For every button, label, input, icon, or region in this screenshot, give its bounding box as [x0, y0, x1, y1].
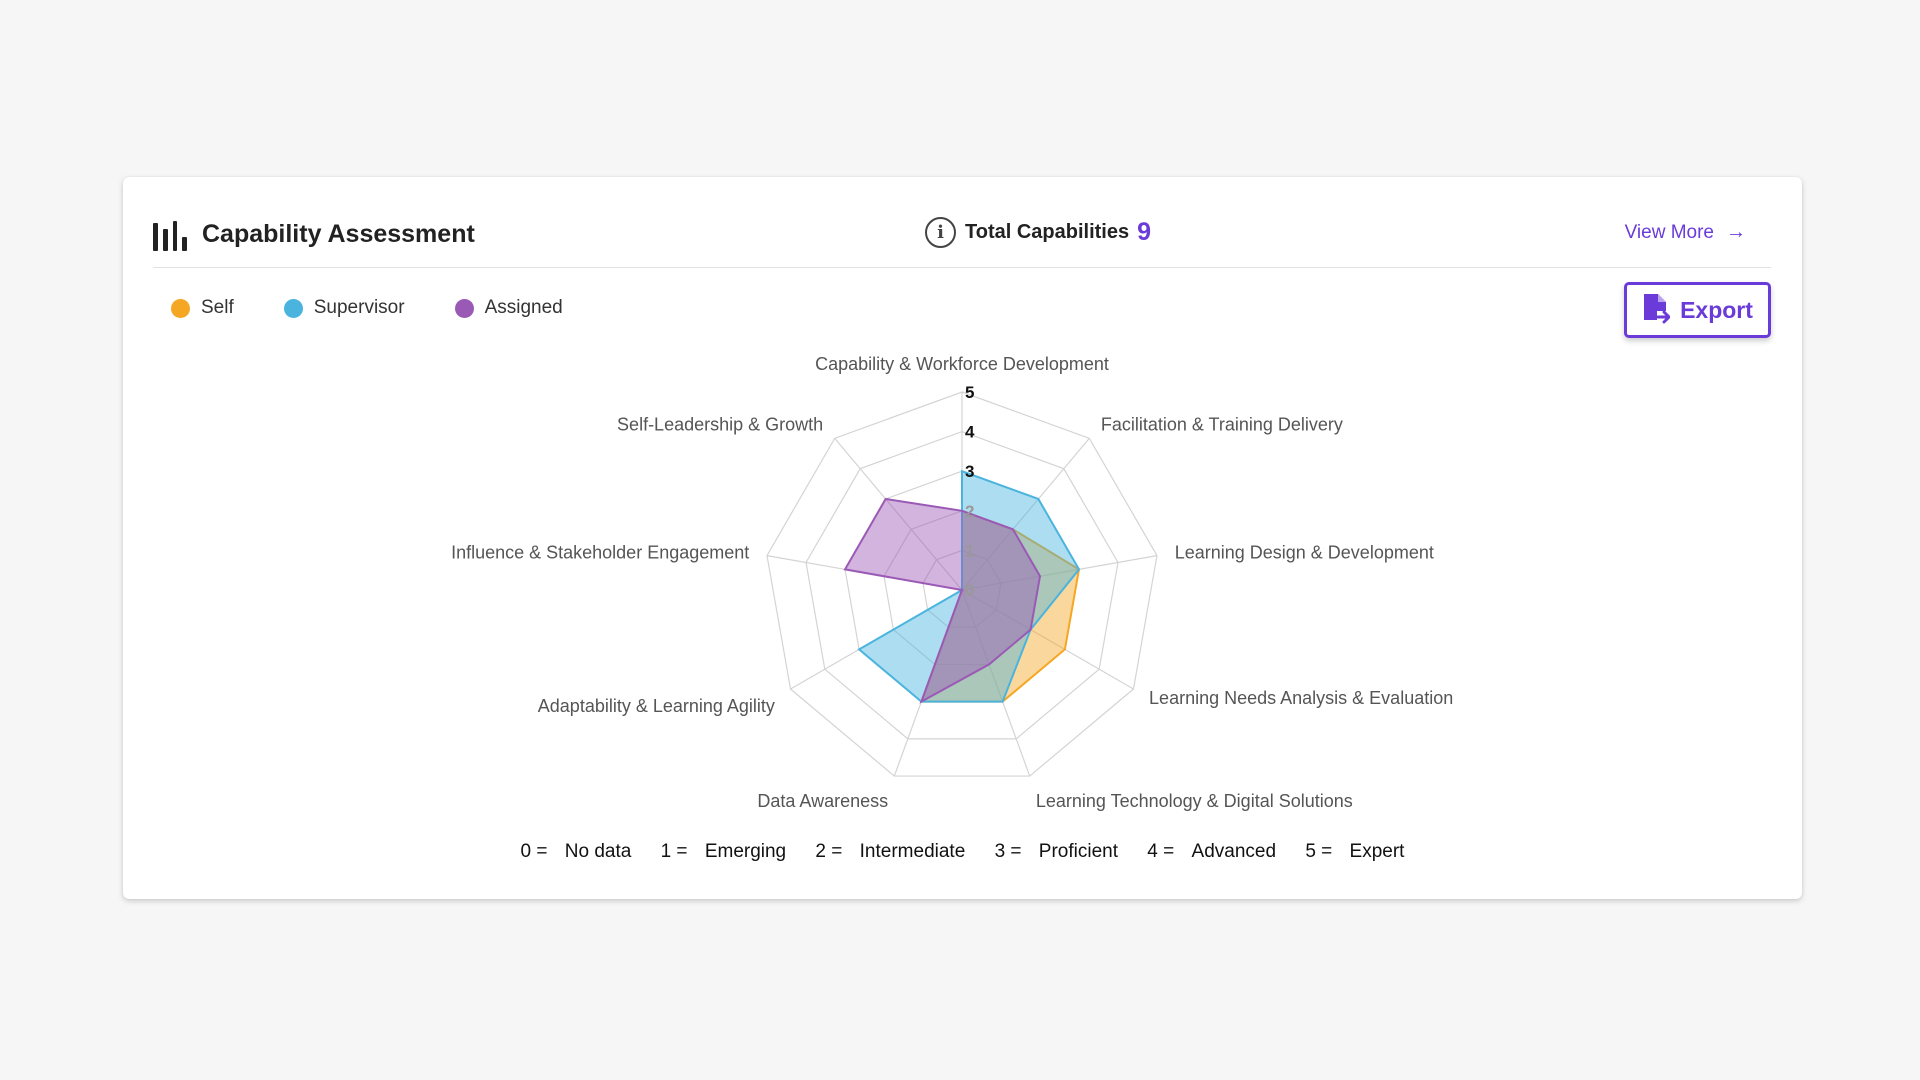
scale-key-5: 5 =: [1305, 841, 1333, 862]
scale-item-1: 1 = Emerging: [655, 841, 793, 862]
axis-label-5: Data Awareness: [757, 791, 888, 811]
tick-label-4: 4: [965, 423, 975, 442]
tick-label-3: 3: [965, 462, 974, 481]
axis-label-3: Learning Needs Analysis & Evaluation: [1149, 688, 1453, 708]
scale-label-0: No data: [564, 841, 632, 862]
tick-label-5: 5: [965, 383, 974, 402]
scale-item-4: 4 = Advanced: [1141, 841, 1282, 862]
scale-key-2: 2 =: [815, 841, 843, 862]
axis-label-1: Facilitation & Training Delivery: [1101, 415, 1343, 435]
tick-label-0: 0: [965, 581, 974, 600]
axis-label-2: Learning Design & Development: [1175, 542, 1434, 562]
axis-label-0: Capability & Workforce Development: [815, 354, 1109, 374]
scale-label-2: Intermediate: [859, 841, 966, 862]
scale-key-4: 4 =: [1147, 841, 1175, 862]
scale-key-1: 1 =: [660, 841, 688, 862]
scale-key-0: 0 =: [520, 841, 548, 862]
scale-label-4: Advanced: [1191, 841, 1277, 862]
tick-label-1: 1: [965, 541, 974, 560]
scale-item-2: 2 = Intermediate: [809, 841, 971, 862]
axis-label-8: Self-Leadership & Growth: [617, 415, 823, 435]
scale-label-3: Proficient: [1038, 841, 1118, 862]
axis-label-6: Adaptability & Learning Agility: [538, 696, 775, 716]
radar-chart: 0 1 2 3 4 5 Capability & Workforce Development…: [451, 354, 1453, 811]
scale-item-5: 5 = Expert: [1299, 841, 1410, 862]
scale-key-3: 3 =: [994, 841, 1022, 862]
scale-key: 0 = No data 1 = Emerging 2 = Intermediat…: [123, 841, 1802, 863]
scale-item-0: 0 = No data: [515, 841, 638, 862]
axis-label-4: Learning Technology & Digital Solutions: [1036, 791, 1353, 811]
scale-label-1: Emerging: [704, 841, 787, 862]
scale-label-5: Expert: [1349, 841, 1405, 862]
axis-label-7: Influence & Stakeholder Engagement: [451, 542, 749, 562]
scale-item-3: 3 = Proficient: [989, 841, 1124, 862]
capability-assessment-card: Capability Assessment i Total Capabiliti…: [123, 177, 1802, 899]
tick-label-2: 2: [965, 502, 974, 521]
